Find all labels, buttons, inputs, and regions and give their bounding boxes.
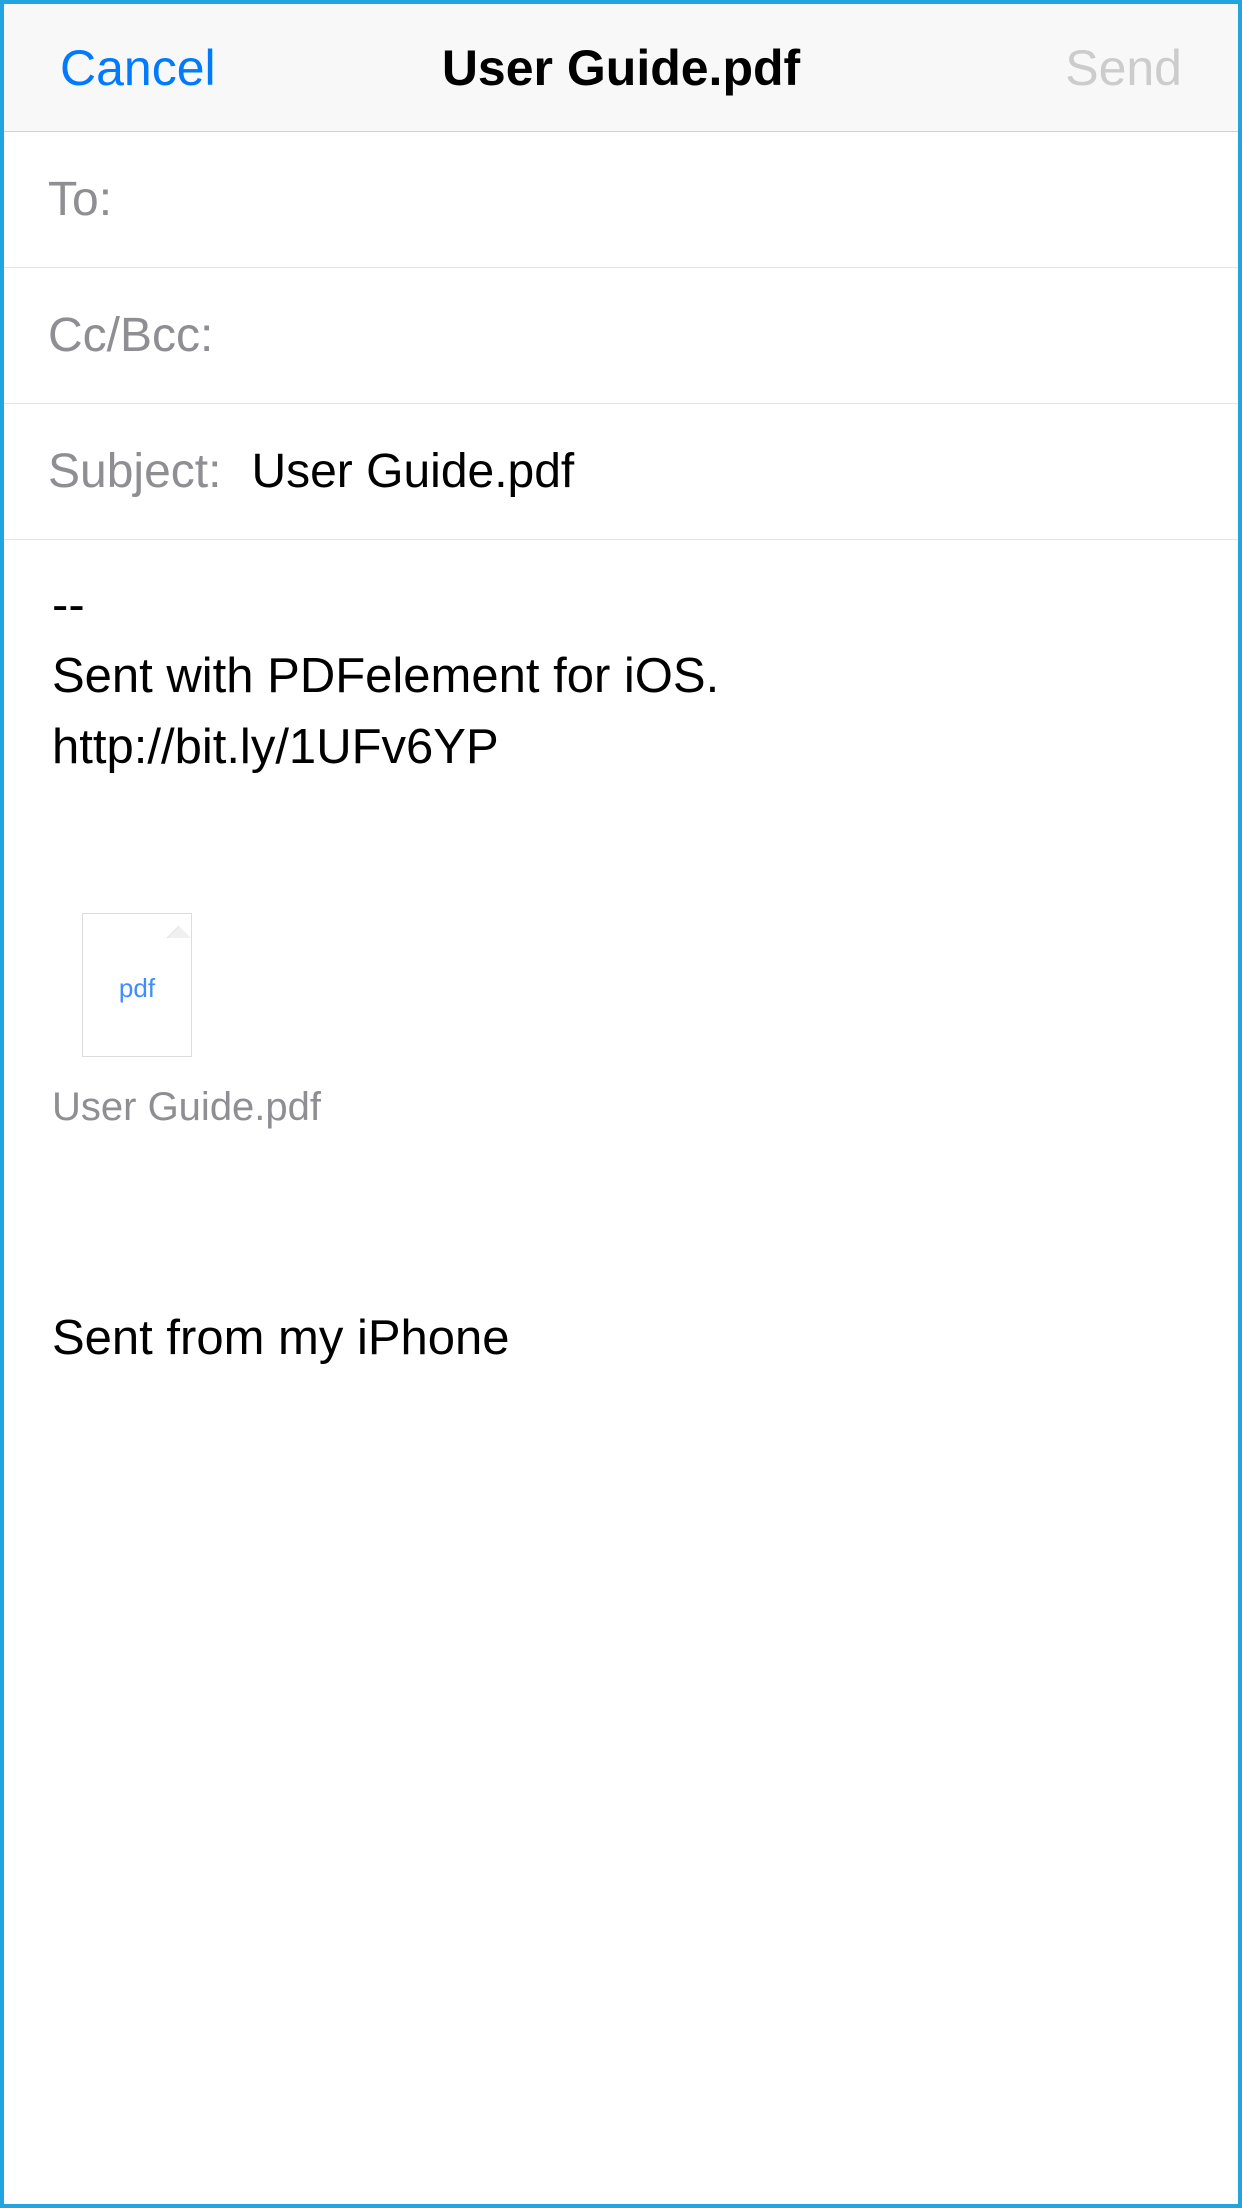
subject-input[interactable] <box>251 444 1194 499</box>
to-field-row[interactable]: To: <box>4 132 1238 268</box>
navbar-title: User Guide.pdf <box>442 39 800 97</box>
message-body[interactable]: -- Sent with PDFelement for iOS. http://… <box>4 540 1238 1396</box>
compose-navbar: Cancel User Guide.pdf Send <box>4 4 1238 132</box>
subject-label: Subject: <box>48 444 221 499</box>
pdf-file-icon: pdf <box>82 913 192 1057</box>
body-text[interactable]: -- Sent with PDFelement for iOS. http://… <box>52 570 1190 783</box>
ccbcc-field-row[interactable]: Cc/Bcc: <box>4 268 1238 404</box>
to-label: To: <box>48 172 112 227</box>
send-button[interactable]: Send <box>1065 39 1182 97</box>
file-icon-label: pdf <box>119 973 155 1004</box>
signature-text[interactable]: Sent from my iPhone <box>52 1310 1190 1366</box>
ccbcc-input[interactable] <box>243 308 1194 363</box>
attachment[interactable]: pdf User Guide.pdf <box>52 913 321 1130</box>
to-input[interactable] <box>142 172 1194 227</box>
ccbcc-label: Cc/Bcc: <box>48 308 213 363</box>
attachment-filename: User Guide.pdf <box>52 1085 321 1130</box>
subject-field-row[interactable]: Subject: <box>4 404 1238 540</box>
cancel-button[interactable]: Cancel <box>60 39 216 97</box>
